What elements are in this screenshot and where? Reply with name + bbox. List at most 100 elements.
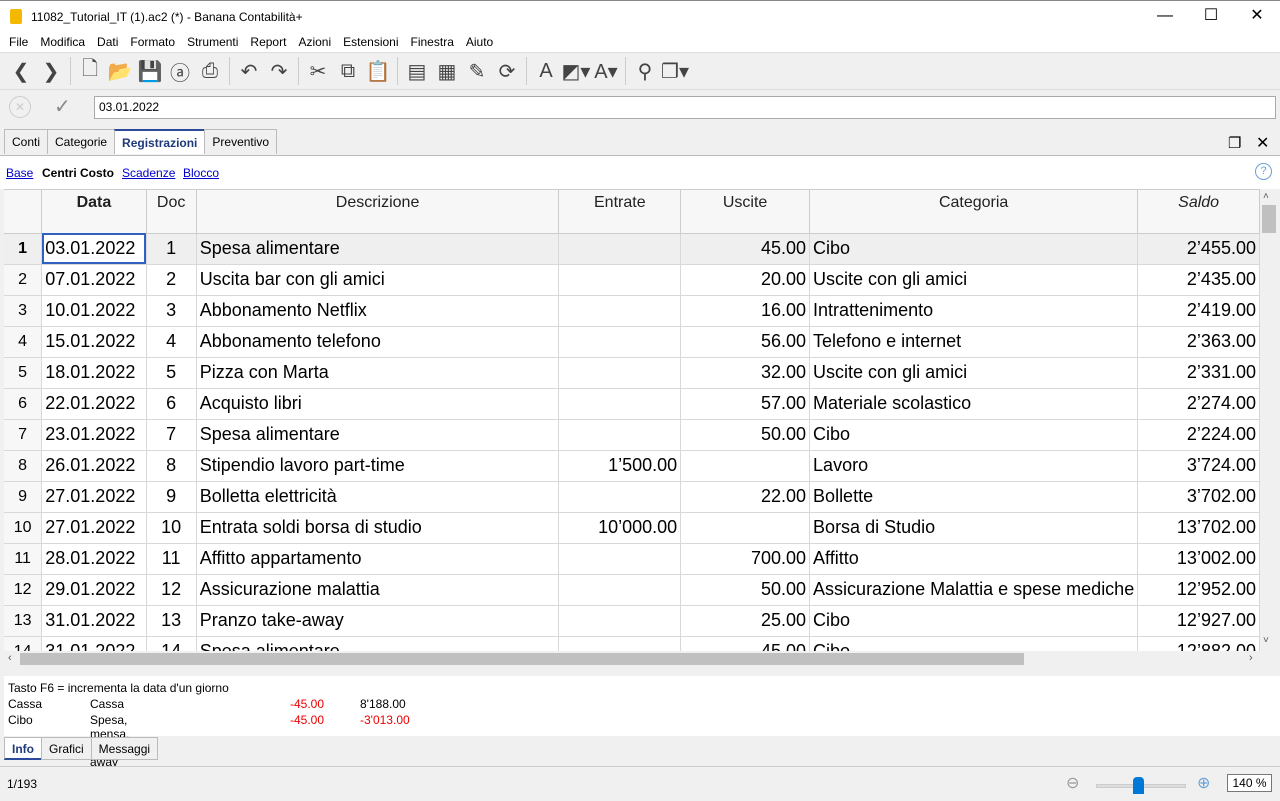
category-cell[interactable]: Affitto <box>809 543 1139 575</box>
table-row[interactable]: 8 26.01.2022 8 Stipendio lavoro part-time 1’… <box>4 450 1260 482</box>
save-button[interactable]: 💾 <box>135 56 165 86</box>
balance-cell[interactable]: 2’419.00 <box>1137 295 1260 327</box>
date-cell[interactable]: 22.01.2022 <box>41 388 147 420</box>
table-row[interactable]: 4 15.01.2022 4 Abbonamento telefono 56.00 Tel… <box>4 326 1260 358</box>
expense-cell[interactable] <box>680 450 811 482</box>
forward-button[interactable]: ❯ <box>36 56 66 86</box>
description-cell[interactable]: Assicurazione malattia <box>196 574 560 606</box>
cancel-edit-icon[interactable]: ✕ <box>9 96 31 118</box>
description-cell[interactable]: Abbonamento Netflix <box>196 295 560 327</box>
search-button[interactable]: ⚲ <box>630 56 660 86</box>
table-row[interactable]: 9 27.01.2022 9 Bolletta elettricità 22.00 Bol… <box>4 481 1260 513</box>
category-cell[interactable]: Intrattenimento <box>809 295 1139 327</box>
new-file-button[interactable]: 🗋 <box>75 56 105 86</box>
expense-cell[interactable]: 700.00 <box>680 543 811 575</box>
balance-cell[interactable]: 13’002.00 <box>1137 543 1260 575</box>
date-cell[interactable]: 29.01.2022 <box>41 574 147 606</box>
category-cell[interactable]: Uscite con gli amici <box>809 357 1139 389</box>
category-cell[interactable]: Cibo <box>809 636 1139 651</box>
tab-preventivo[interactable]: Preventivo <box>204 129 278 154</box>
category-cell[interactable]: Cibo <box>809 419 1139 451</box>
view-blocco[interactable]: Blocco <box>183 166 219 180</box>
refresh-button[interactable]: ⟳ <box>492 56 522 86</box>
font-button[interactable]: A <box>531 56 561 86</box>
bottom-tab-info[interactable]: Info <box>4 737 42 760</box>
description-cell[interactable]: Acquisto libri <box>196 388 560 420</box>
date-cell[interactable]: 27.01.2022 <box>41 481 147 513</box>
menu-formato[interactable]: Formato <box>124 32 181 52</box>
balance-cell[interactable]: 2’274.00 <box>1137 388 1260 420</box>
expense-cell[interactable]: 56.00 <box>680 326 811 358</box>
date-cell[interactable]: 15.01.2022 <box>41 326 147 358</box>
zoom-level[interactable]: 140 % <box>1227 774 1272 792</box>
table-row[interactable]: 2 07.01.2022 2 Uscita bar con gli amici 20.0… <box>4 264 1260 296</box>
income-cell[interactable] <box>558 326 682 358</box>
window-button[interactable]: ❐▾ <box>660 56 690 86</box>
menu-report[interactable]: Report <box>244 32 292 52</box>
date-cell[interactable]: 18.01.2022 <box>41 357 147 389</box>
date-cell[interactable]: 26.01.2022 <box>41 450 147 482</box>
doc-cell[interactable]: 14 <box>146 636 197 651</box>
doc-cell[interactable]: 2 <box>146 264 197 296</box>
move-row-button[interactable]: ▦ <box>432 56 462 86</box>
insert-row-button[interactable]: ▤ <box>402 56 432 86</box>
menu-azioni[interactable]: Azioni <box>292 32 337 52</box>
doc-cell[interactable]: 13 <box>146 605 197 637</box>
balance-cell[interactable]: 13’702.00 <box>1137 512 1260 544</box>
back-button[interactable]: ❮ <box>6 56 36 86</box>
restore-window-icon[interactable]: ❐ <box>1228 134 1241 152</box>
expense-cell[interactable]: 50.00 <box>680 419 811 451</box>
doc-cell[interactable]: 9 <box>146 481 197 513</box>
expense-cell[interactable]: 57.00 <box>680 388 811 420</box>
doc-cell[interactable]: 4 <box>146 326 197 358</box>
open-folder-button[interactable]: 📂 <box>105 56 135 86</box>
doc-cell[interactable]: 12 <box>146 574 197 606</box>
menu-estensioni[interactable]: Estensioni <box>337 32 404 52</box>
income-cell[interactable] <box>558 357 682 389</box>
income-cell[interactable] <box>558 419 682 451</box>
description-cell[interactable]: Pizza con Marta <box>196 357 560 389</box>
column-header-saldo[interactable]: Saldo <box>1137 190 1260 234</box>
fill-color-button[interactable]: ◩▾ <box>561 56 591 86</box>
print-button[interactable]: ⎙ <box>195 56 225 86</box>
description-cell[interactable]: Stipendio lavoro part-time <box>196 450 560 482</box>
description-cell[interactable]: Entrata soldi borsa di studio <box>196 512 560 544</box>
doc-cell[interactable]: 6 <box>146 388 197 420</box>
view-base[interactable]: Base <box>6 166 33 180</box>
menu-file[interactable]: File <box>3 32 34 52</box>
doc-cell[interactable]: 7 <box>146 419 197 451</box>
date-cell[interactable]: 28.01.2022 <box>41 543 147 575</box>
expense-cell[interactable]: 20.00 <box>680 264 811 296</box>
text-color-button[interactable]: A▾ <box>591 56 621 86</box>
description-cell[interactable]: Affitto appartamento <box>196 543 560 575</box>
column-header-data[interactable]: Data <box>41 190 147 234</box>
help-icon[interactable]: ? <box>1255 163 1272 180</box>
income-cell[interactable] <box>558 574 682 606</box>
table-row[interactable]: 3 10.01.2022 3 Abbonamento Netflix 16.00 Intr… <box>4 295 1260 327</box>
category-cell[interactable]: Borsa di Studio <box>809 512 1139 544</box>
paste-button[interactable]: 📋 <box>363 56 393 86</box>
balance-cell[interactable]: 2’331.00 <box>1137 357 1260 389</box>
balance-cell[interactable]: 2’363.00 <box>1137 326 1260 358</box>
cut-button[interactable]: ✂ <box>303 56 333 86</box>
tab-registrazioni[interactable]: Registrazioni <box>114 129 206 154</box>
category-cell[interactable]: Uscite con gli amici <box>809 264 1139 296</box>
close-button[interactable]: ✕ <box>1234 1 1280 33</box>
description-cell[interactable]: Spesa alimentare <box>196 233 560 265</box>
column-header-doc[interactable]: Doc <box>146 190 197 234</box>
undo-button[interactable]: ↶ <box>234 56 264 86</box>
horizontal-scrollbar[interactable]: ‹ › <box>4 651 1260 667</box>
menu-aiuto[interactable]: Aiuto <box>460 32 499 52</box>
column-header-entrate[interactable]: Entrate <box>558 190 682 234</box>
category-cell[interactable]: Telefono e internet <box>809 326 1139 358</box>
table-row[interactable]: 6 22.01.2022 6 Acquisto libri 57.00 Materiale… <box>4 388 1260 420</box>
category-cell[interactable]: Lavoro <box>809 450 1139 482</box>
description-cell[interactable]: Uscita bar con gli amici <box>196 264 560 296</box>
copy-button[interactable]: ⧉ <box>333 56 363 86</box>
expense-cell[interactable]: 32.00 <box>680 357 811 389</box>
table-row[interactable]: 14 31.01.2022 14 Spesa alimentare 45.00 Cibo 1… <box>4 636 1260 651</box>
tab-categorie[interactable]: Categorie <box>47 129 116 154</box>
redo-button[interactable]: ↷ <box>264 56 294 86</box>
balance-cell[interactable]: 12’882.00 <box>1137 636 1260 651</box>
expense-cell[interactable]: 45.00 <box>680 636 811 651</box>
